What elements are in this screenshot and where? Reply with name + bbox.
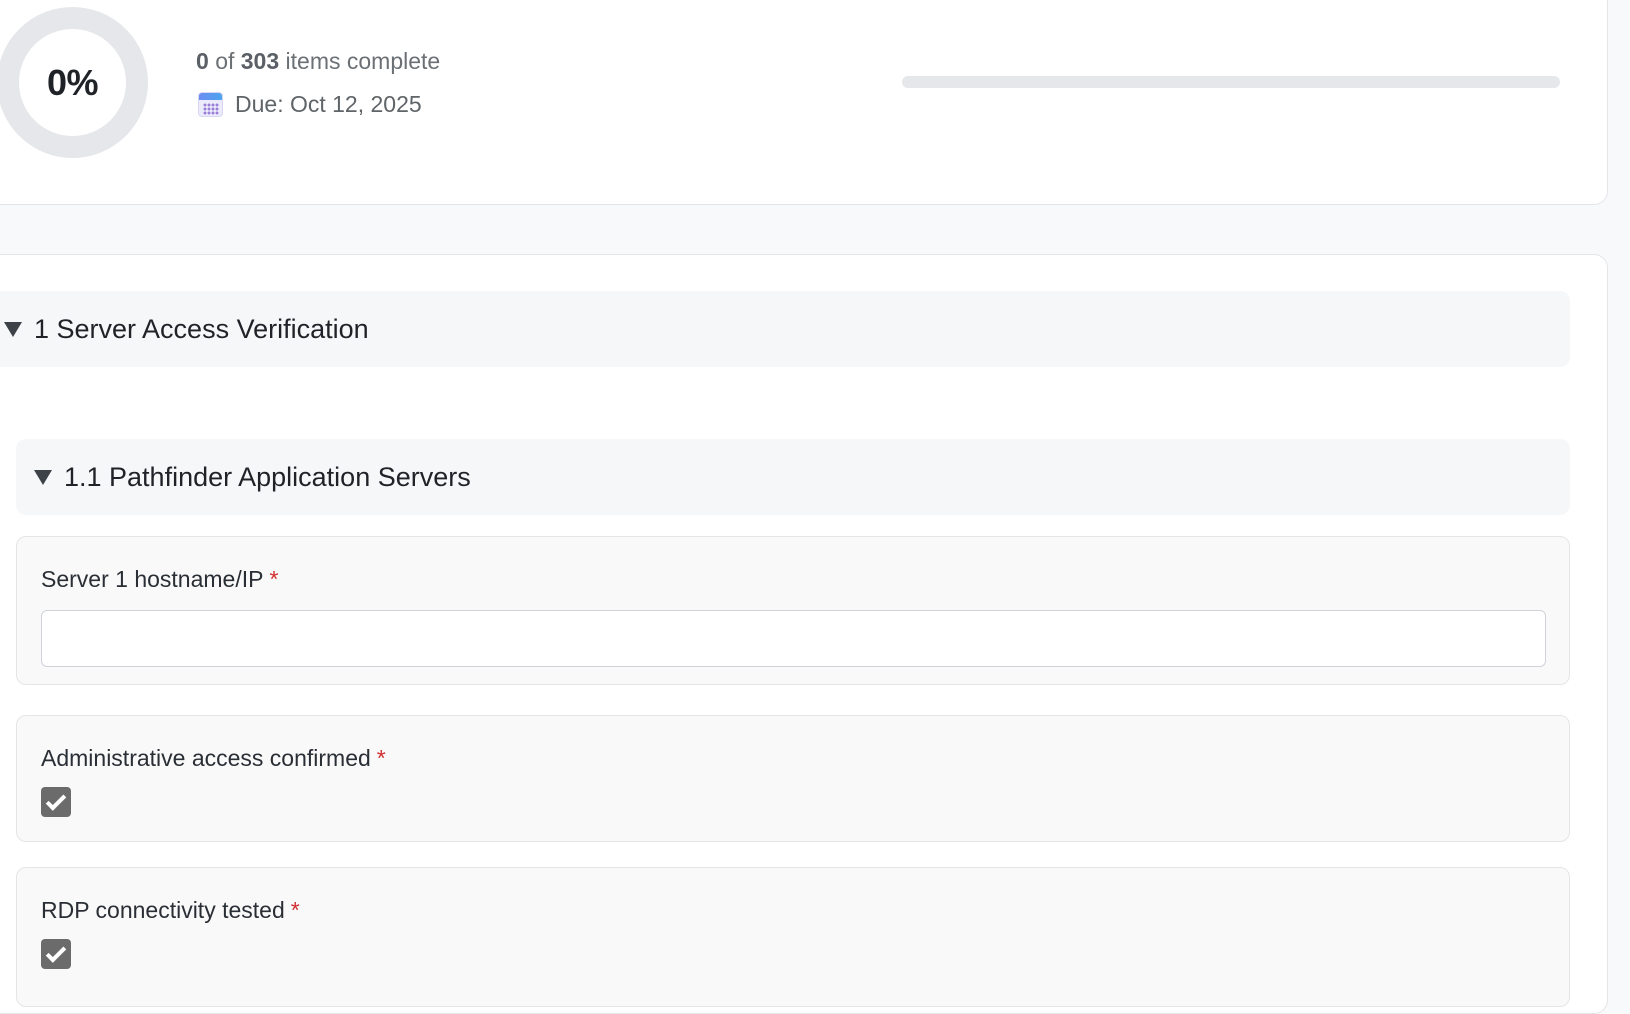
progress-bar — [902, 76, 1560, 88]
field-label: Server 1 hostname/IP * — [41, 566, 278, 593]
total-count: 303 — [240, 48, 280, 74]
check-icon — [45, 789, 67, 811]
required-marker: * — [376, 745, 386, 771]
subsection-title: 1.1 Pathfinder Application Servers — [64, 461, 471, 492]
calendar-icon — [198, 92, 223, 117]
check-icon — [45, 941, 67, 963]
required-marker: * — [290, 897, 300, 923]
field-card-server-hostname: Server 1 hostname/IP * — [16, 536, 1570, 685]
due-date-label: Due: Oct 12, 2025 — [235, 91, 422, 117]
section-title: 1 Server Access Verification — [34, 313, 369, 344]
caret-down-icon — [34, 469, 52, 485]
admin-access-checkbox[interactable] — [41, 787, 71, 817]
admin-access-label: Administrative access confirmed — [41, 745, 371, 771]
completion-ring: 0% — [0, 7, 148, 158]
field-label: RDP connectivity tested * — [41, 897, 300, 924]
field-card-admin-access: Administrative access confirmed * — [16, 715, 1570, 842]
field-card-rdp-connectivity: RDP connectivity tested * — [16, 867, 1570, 1007]
completion-percent: 0% — [46, 61, 99, 103]
rdp-connectivity-checkbox[interactable] — [41, 939, 71, 969]
required-marker: * — [269, 566, 279, 592]
completed-count: 0 — [196, 48, 209, 74]
of-word: of — [215, 48, 235, 74]
items-suffix: items complete — [285, 48, 441, 74]
subsection-header-pathfinder-servers[interactable]: 1.1 Pathfinder Application Servers — [16, 439, 1570, 515]
server-hostname-label: Server 1 hostname/IP — [41, 566, 264, 592]
rdp-connectivity-label: RDP connectivity tested — [41, 897, 285, 923]
caret-down-icon — [4, 321, 22, 337]
server-hostname-input[interactable] — [41, 610, 1546, 667]
field-label: Administrative access confirmed * — [41, 745, 386, 772]
items-complete-text: 0 of 303 items complete — [196, 48, 440, 75]
section-header-server-access[interactable]: 1 Server Access Verification — [0, 291, 1570, 367]
due-date: Due: Oct 12, 2025 — [198, 91, 422, 118]
